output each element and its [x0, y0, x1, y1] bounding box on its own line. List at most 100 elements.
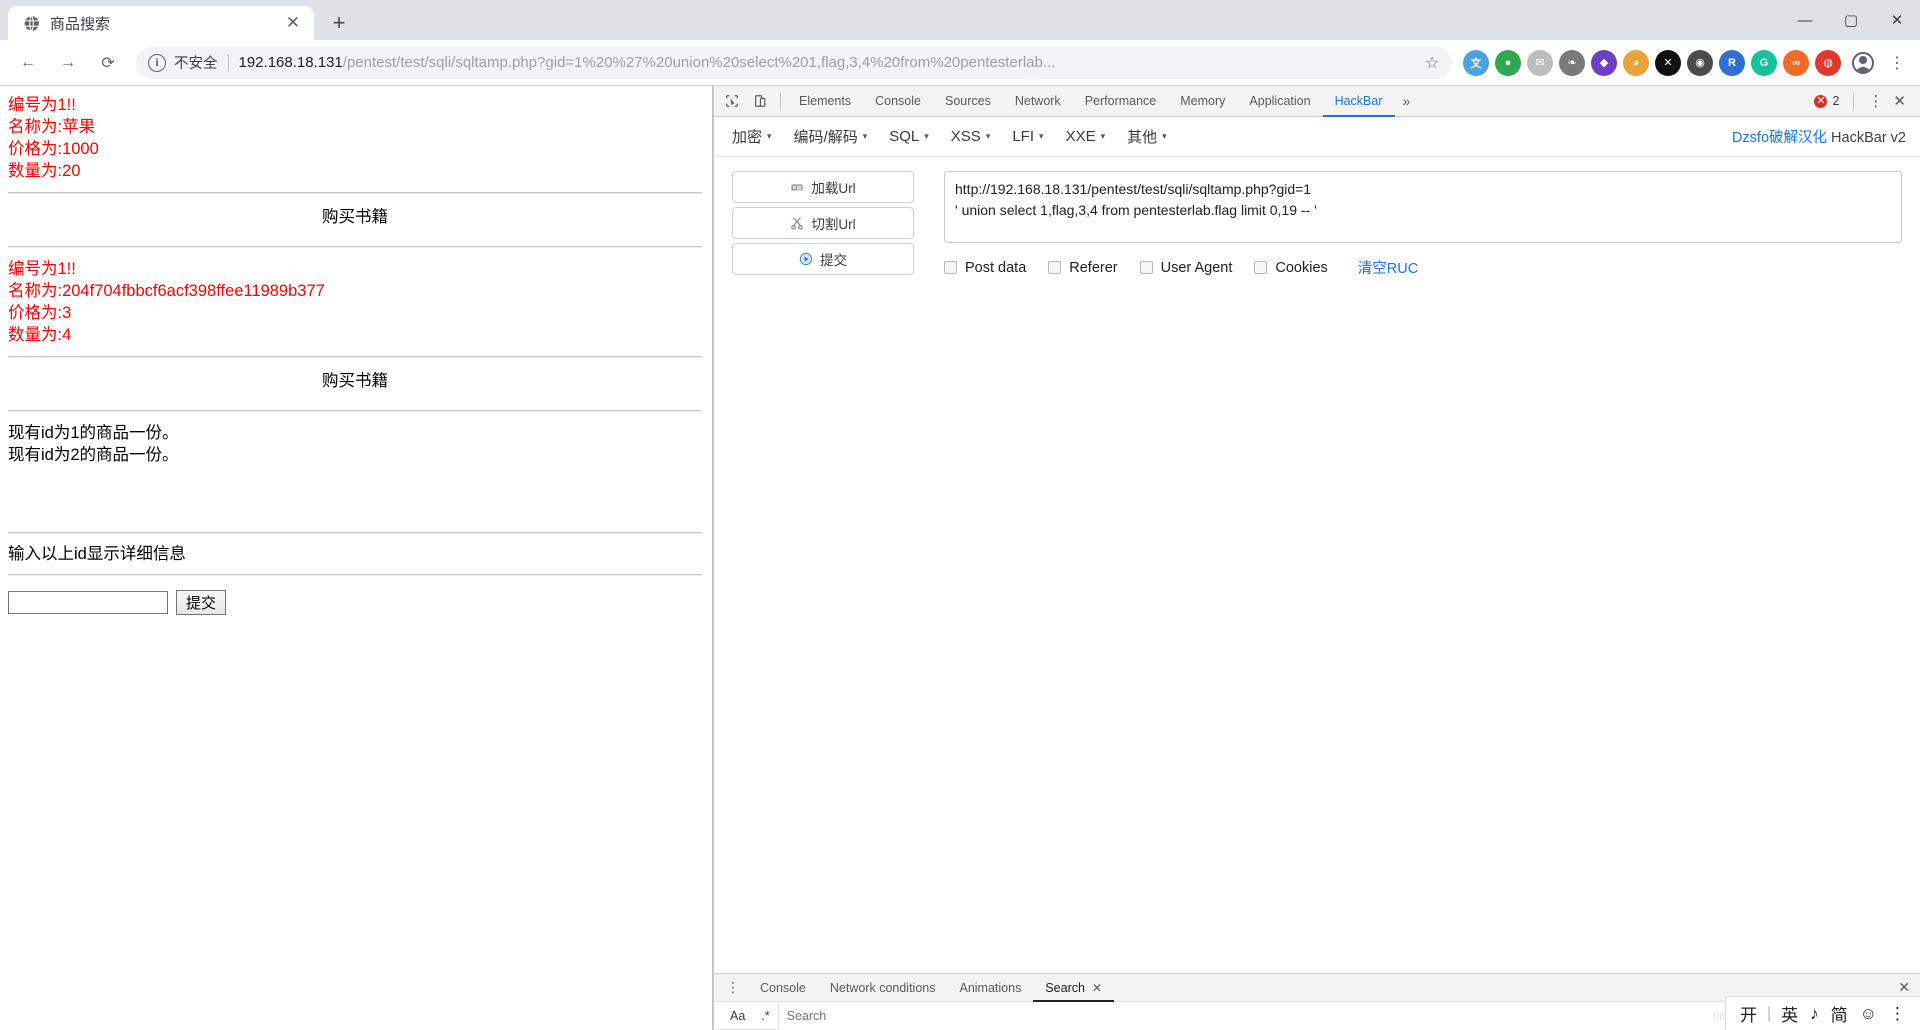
drawer-tab-network-conditions[interactable]: Network conditions	[818, 974, 948, 1002]
search-input[interactable]	[777, 1001, 1860, 1030]
product-name-line: 名称为:苹果	[8, 118, 96, 136]
extension-icon-12[interactable]: ◍	[1815, 49, 1841, 76]
drawer-close-icon[interactable]: ✕	[1888, 979, 1920, 996]
chevron-down-icon: ▾	[985, 131, 991, 141]
extension-icon-5[interactable]: ◆	[1591, 49, 1617, 76]
new-tab-button[interactable]: +	[322, 6, 356, 40]
tab-elements[interactable]: Elements	[787, 86, 863, 117]
execute-button[interactable]: 提交	[732, 243, 914, 275]
web-page: 编号为1!! 名称为:苹果 价格为:1000 数量为:20 购买书籍 编号为1!…	[0, 86, 713, 1030]
hackbar-menu-encoding[interactable]: 编码/解码 ▾	[794, 126, 868, 147]
tab-console[interactable]: Console	[863, 86, 933, 117]
button-label: 加载Url	[811, 181, 856, 196]
id-form: 提交	[8, 590, 702, 615]
post-data-checkbox[interactable]: Post data	[944, 260, 1026, 276]
profile-avatar-icon[interactable]	[1848, 48, 1878, 78]
checkbox-label: Referer	[1069, 259, 1118, 276]
forward-icon[interactable]: →	[52, 47, 84, 79]
tab-close-icon[interactable]: ✕	[282, 12, 304, 34]
tab-network[interactable]: Network	[1003, 86, 1073, 117]
hackbar-menu-other[interactable]: 其他 ▾	[1127, 126, 1167, 147]
drawer-tab-search[interactable]: Search ✕	[1033, 974, 1114, 1002]
hackbar-menu-lfi[interactable]: LFI ▾	[1012, 128, 1043, 145]
clear-ruc-link[interactable]: 清空RUC	[1358, 257, 1418, 278]
drawer-menu-icon[interactable]: ⋮	[718, 979, 748, 996]
hackbar-brand-link: Dzsfo破解汉化	[1731, 130, 1828, 146]
hackbar-url-textarea[interactable]: http://192.168.18.131/pentest/test/sqli/…	[944, 171, 1902, 243]
hackbar-menu-xss[interactable]: XSS ▾	[951, 128, 991, 145]
error-badge[interactable]: ✕ 2	[1814, 94, 1839, 108]
close-icon[interactable]: ✕	[1092, 981, 1102, 995]
chevron-down-icon: ▾	[767, 131, 772, 141]
ime-simplified-icon[interactable]: 简	[1825, 1001, 1854, 1026]
ime-mode-icon[interactable]: 开	[1734, 1001, 1763, 1026]
drawer-tab-animations[interactable]: Animations	[947, 974, 1033, 1002]
referer-checkbox[interactable]: Referer	[1048, 259, 1118, 276]
extension-icon-8[interactable]: ◉	[1687, 49, 1713, 76]
device-toolbar-icon[interactable]	[746, 88, 774, 114]
close-window-button[interactable]: ✕	[1874, 0, 1920, 40]
extension-icon-9[interactable]: R	[1719, 49, 1745, 76]
hackbar-menu-xxe[interactable]: XXE ▾	[1066, 128, 1106, 145]
tab-memory[interactable]: Memory	[1168, 86, 1237, 117]
submit-button[interactable]: 提交	[176, 590, 227, 615]
bookmark-star-icon[interactable]: ☆	[1418, 49, 1446, 77]
reload-icon[interactable]: ⟳	[92, 47, 124, 79]
extension-icon-10[interactable]: G	[1751, 49, 1777, 76]
stock-list: 现有id为1的商品一份。 现有id为2的商品一份。	[8, 422, 702, 466]
ime-menu-icon[interactable]: ⋮	[1883, 1004, 1912, 1024]
extension-icon-11[interactable]: ∞	[1783, 49, 1809, 76]
checkbox-icon	[1254, 261, 1268, 274]
browser-tab[interactable]: 商品搜索 ✕	[8, 6, 314, 40]
hackbar-menu-encrypt[interactable]: 加密 ▾	[732, 126, 772, 147]
address-bar[interactable]: i 不安全 192.168.18.131/pentest/test/sqli/s…	[136, 46, 1452, 79]
divider	[8, 246, 702, 248]
extension-icon-6[interactable]: ◕	[1623, 49, 1649, 76]
tab-hackbar[interactable]: HackBar	[1322, 86, 1395, 117]
browser-menu-icon[interactable]: ⋮	[1882, 48, 1912, 78]
section-title-2: 购买书籍	[322, 372, 388, 390]
checkbox-label: Cookies	[1275, 259, 1328, 276]
extension-icon-2[interactable]: ●	[1495, 49, 1521, 76]
hackbar-brand[interactable]: Dzsfo破解汉化 HackBar v2	[1732, 126, 1906, 147]
minimize-button[interactable]: —	[1782, 0, 1828, 40]
maximize-button[interactable]: ▢	[1828, 0, 1874, 40]
extension-icon-4[interactable]: ❧	[1559, 49, 1585, 76]
load-url-button[interactable]: 加载Url	[732, 171, 914, 203]
info-icon[interactable]: i	[148, 53, 166, 72]
extension-icon-3[interactable]: ✉	[1527, 49, 1553, 76]
url-host: 192.168.18.131	[238, 54, 343, 71]
extension-icon-1[interactable]: 文	[1463, 49, 1489, 76]
product-block-1: 编号为1!! 名称为:苹果 价格为:1000 数量为:20	[8, 94, 702, 182]
more-tabs-icon[interactable]: »	[1395, 86, 1419, 117]
extensions-row: 文 ● ✉ ❧ ◆ ◕ ✕ ◉ R G ∞ ◍	[1460, 49, 1844, 76]
ime-language-icon[interactable]: 英	[1775, 1001, 1804, 1026]
user-agent-checkbox[interactable]: User Agent	[1139, 260, 1232, 276]
ime-emoji-icon[interactable]: ☺	[1854, 1004, 1883, 1024]
ime-status-bar: 开 | 英 ♪ 简 ☺ ⋮	[1724, 996, 1920, 1030]
back-icon[interactable]: ←	[12, 47, 44, 79]
inspect-cursor-icon[interactable]	[718, 88, 746, 114]
hackbar-menu-sql[interactable]: SQL ▾	[889, 128, 929, 145]
match-case-button[interactable]: Aa	[722, 1009, 753, 1023]
drawer-tab-console[interactable]: Console	[748, 974, 818, 1002]
tab-performance[interactable]: Performance	[1073, 86, 1169, 117]
hackbar-options-row: Post data Referer User Agent Cookies 清空R…	[944, 257, 1902, 278]
cookies-checkbox[interactable]: Cookies	[1254, 259, 1328, 276]
menu-label: 加密	[732, 129, 763, 146]
form-instruction-label: 输入以上id显示详细信息	[8, 545, 186, 563]
ime-sound-icon[interactable]: ♪	[1804, 1004, 1825, 1024]
toolbar-divider	[1853, 92, 1855, 110]
tab-application[interactable]: Application	[1237, 86, 1322, 117]
regex-button[interactable]: .*	[753, 1009, 777, 1023]
devtools-close-icon[interactable]: ✕	[1889, 92, 1914, 110]
menu-label: XSS	[950, 128, 981, 145]
split-url-button[interactable]: 切割Url	[732, 207, 914, 239]
extension-icon-7[interactable]: ✕	[1655, 49, 1681, 76]
id-input[interactable]	[8, 591, 168, 614]
devtools-settings-icon[interactable]: ⋮	[1862, 92, 1889, 110]
tab-sources[interactable]: Sources	[933, 86, 1003, 117]
hackbar-input-column: http://192.168.18.131/pentest/test/sqli/…	[944, 171, 1902, 279]
load-url-icon	[790, 180, 804, 194]
menu-label: SQL	[889, 128, 920, 145]
